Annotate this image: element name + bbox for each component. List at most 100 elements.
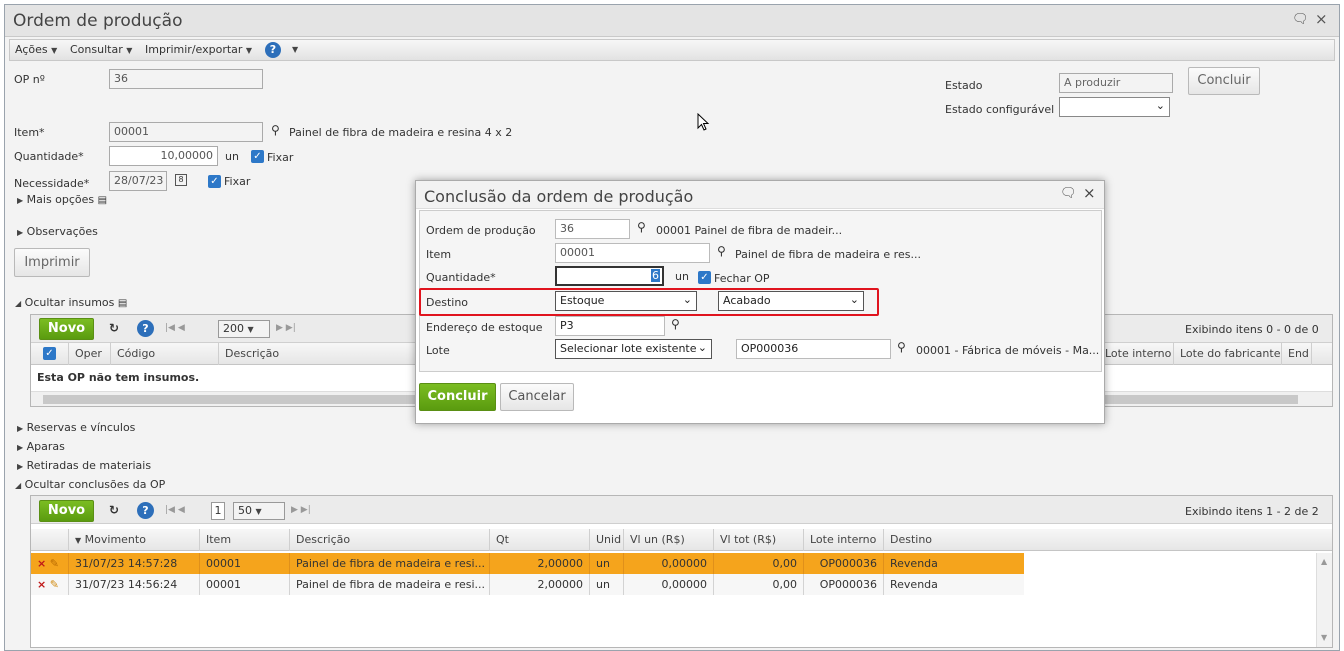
- op-number-field[interactable]: 36: [109, 69, 263, 89]
- scroll-up-icon[interactable]: ▲: [1321, 557, 1327, 566]
- insumos-empty-message: Esta OP não tem insumos.: [37, 371, 200, 384]
- insumos-page-size-select[interactable]: 200 ▼: [218, 320, 270, 338]
- comment-icon[interactable]: 🗨: [1060, 186, 1077, 201]
- table-row[interactable]: × ✎ 31/07/23 14:56:24 00001 Painel de fi…: [31, 574, 1024, 595]
- page-number-field[interactable]: 1: [211, 502, 225, 520]
- fixar-label: Fixar: [267, 151, 294, 164]
- dialog-close-icon[interactable]: ×: [1083, 184, 1096, 202]
- first-page-icon[interactable]: |◀ ◀: [165, 323, 185, 333]
- conclusoes-toolbar: Novo ↻ ? |◀ ◀ 1 50 ▼ ▶ ▶| Exibindo itens…: [31, 496, 1332, 524]
- conclusoes-help-icon[interactable]: ?: [137, 502, 154, 519]
- lote-field[interactable]: OP000036: [736, 339, 891, 359]
- select-all-checkbox-cell: ✓: [31, 343, 69, 365]
- reservas-toggle[interactable]: ▶ Reservas e vínculos: [17, 421, 135, 434]
- table-row[interactable]: × ✎ 31/07/23 14:57:28 00001 Painel de fi…: [31, 553, 1024, 574]
- ordem-field[interactable]: 36: [555, 219, 630, 239]
- comment-icon[interactable]: 🗨: [1292, 12, 1309, 27]
- item-field[interactable]: 00001: [555, 243, 710, 263]
- first-page-icon[interactable]: |◀ ◀: [165, 505, 185, 515]
- header-lote-interno[interactable]: Lote interno: [804, 529, 884, 551]
- header-descricao[interactable]: Descrição: [290, 529, 490, 551]
- scroll-down-icon[interactable]: ▼: [1321, 633, 1327, 642]
- menu-imprimir-exportar[interactable]: Imprimir/exportar ▼: [145, 43, 252, 56]
- cell-qt: 2,00000: [490, 574, 590, 595]
- search-icon[interactable]: ⚲: [271, 123, 280, 137]
- menu-consultar[interactable]: Consultar ▼: [70, 43, 132, 56]
- fixar-checkbox[interactable]: ✓: [251, 150, 264, 163]
- calendar-icon[interactable]: 8: [175, 174, 187, 186]
- estado-label: Estado: [945, 79, 983, 92]
- fechar-op-label: Fechar OP: [714, 272, 770, 285]
- refresh-icon[interactable]: ↻: [109, 321, 119, 335]
- aparas-toggle[interactable]: ▶ Aparas: [17, 440, 65, 453]
- refresh-icon[interactable]: ↻: [109, 503, 119, 517]
- header-lote-fabricante[interactable]: Lote do fabricante: [1174, 343, 1282, 365]
- observacoes-toggle[interactable]: ▶ Observações: [17, 225, 98, 238]
- header-vl-un[interactable]: Vl un (R$): [624, 529, 714, 551]
- cell-movimento: 31/07/23 14:57:28: [69, 553, 200, 574]
- insumos-help-icon[interactable]: ?: [137, 320, 154, 337]
- close-icon[interactable]: ×: [1315, 10, 1328, 28]
- quantidade-label: Quantidade*: [14, 150, 84, 163]
- necessidade-date-field[interactable]: 28/07/23: [109, 171, 167, 191]
- cancelar-button[interactable]: Cancelar: [500, 383, 574, 411]
- next-page-icon[interactable]: ▶ ▶|: [291, 505, 311, 515]
- delete-icon[interactable]: ×: [37, 578, 46, 591]
- menu-acoes[interactable]: Ações ▼: [15, 43, 57, 56]
- header-actions: [31, 529, 69, 551]
- next-page-icon[interactable]: ▶ ▶|: [276, 323, 296, 333]
- header-movimento[interactable]: ▼ Movimento: [69, 529, 200, 551]
- search-icon[interactable]: ⚲: [897, 340, 906, 354]
- header-oper[interactable]: Oper: [69, 343, 111, 365]
- window-titlebar: Ordem de produção 🗨 ×: [5, 5, 1339, 37]
- help-dropdown-icon[interactable]: ▼: [292, 45, 298, 54]
- conclusao-dialog: Conclusão da ordem de produção 🗨 × Ordem…: [415, 180, 1105, 424]
- quantidade-label: Quantidade*: [426, 271, 496, 284]
- insumos-novo-button[interactable]: Novo: [39, 318, 94, 340]
- item-field[interactable]: 00001: [109, 122, 263, 142]
- chevron-down-icon: ⌄: [697, 341, 707, 354]
- fixar-date-checkbox[interactable]: ✓: [208, 175, 221, 188]
- ocultar-conclusoes-toggle[interactable]: ◢ Ocultar conclusões da OP: [15, 478, 165, 491]
- edit-icon[interactable]: ✎: [50, 557, 59, 570]
- fechar-op-checkbox[interactable]: ✓: [698, 271, 711, 284]
- header-item[interactable]: Item: [200, 529, 290, 551]
- concluir-button[interactable]: Concluir: [419, 383, 496, 411]
- delete-icon[interactable]: ×: [37, 557, 46, 570]
- row-actions: × ✎: [31, 553, 69, 574]
- header-destino[interactable]: Destino: [884, 529, 1024, 551]
- endereco-field[interactable]: P3: [555, 316, 665, 336]
- item-description: Painel de fibra de madeira e res...: [735, 248, 921, 261]
- quantidade-field[interactable]: 10,00000: [109, 146, 218, 166]
- mais-opcoes-toggle[interactable]: ▶ Mais opções ▤: [17, 193, 107, 206]
- lote-mode-select[interactable]: Selecionar lote existente ⌄: [555, 339, 712, 359]
- search-icon[interactable]: ⚲: [637, 220, 646, 234]
- window-title: Ordem de produção: [13, 11, 183, 31]
- fixar-date-label: Fixar: [224, 175, 251, 188]
- conclusoes-page-size-select[interactable]: 50 ▼: [233, 502, 285, 520]
- retiradas-toggle[interactable]: ▶ Retiradas de materiais: [17, 459, 151, 472]
- header-lote-interno[interactable]: Lote interno: [1099, 343, 1174, 365]
- search-icon[interactable]: ⚲: [671, 317, 680, 331]
- header-unid[interactable]: Unid: [590, 529, 624, 551]
- help-icon[interactable]: ?: [265, 42, 281, 58]
- header-codigo[interactable]: Código: [111, 343, 219, 365]
- edit-icon[interactable]: ✎: [50, 578, 59, 591]
- vertical-scrollbar[interactable]: ▲ ▼: [1316, 553, 1332, 647]
- search-icon[interactable]: ⚲: [717, 244, 726, 258]
- quantidade-field[interactable]: 6: [555, 266, 664, 286]
- header-qt[interactable]: Qt: [490, 529, 590, 551]
- header-vl-tot[interactable]: Vl tot (R$): [714, 529, 804, 551]
- cell-lote: OP000036: [804, 574, 884, 595]
- select-all-checkbox[interactable]: ✓: [43, 347, 56, 360]
- ocultar-insumos-toggle[interactable]: ◢ Ocultar insumos ▤: [15, 296, 127, 309]
- conclusoes-novo-button[interactable]: Novo: [39, 500, 94, 522]
- conclusoes-grid: Novo ↻ ? |◀ ◀ 1 50 ▼ ▶ ▶| Exibindo itens…: [30, 495, 1333, 648]
- insumos-count: Exibindo itens 0 - 0 de 0: [1185, 323, 1319, 336]
- concluir-top-button[interactable]: Concluir: [1188, 67, 1260, 95]
- notes-icon: ▤: [97, 195, 108, 206]
- estado-configuravel-select[interactable]: ⌄: [1059, 97, 1170, 117]
- header-end[interactable]: End: [1282, 343, 1312, 365]
- imprimir-button[interactable]: Imprimir: [14, 248, 90, 277]
- cell-vl-tot: 0,00: [714, 553, 804, 574]
